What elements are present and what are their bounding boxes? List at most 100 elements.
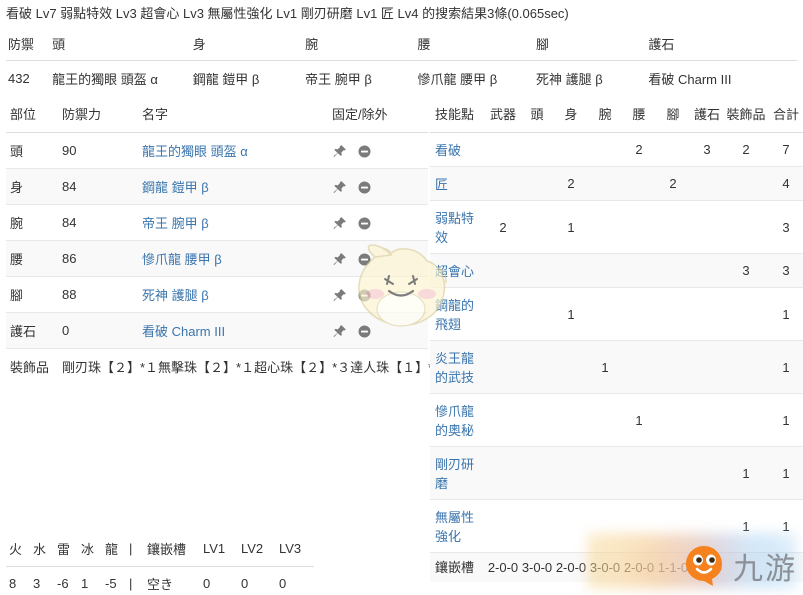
skill-name-link[interactable]: 炎王龍的武技: [435, 351, 474, 385]
equipment-defense: 86: [58, 240, 138, 277]
table-row: 腕 84 帝王 腕甲 β: [6, 204, 428, 241]
skill-value-waist: [622, 253, 656, 288]
table-row: 弱點特效 2 1 3: [430, 200, 803, 254]
resist-value-slot: 空き: [147, 577, 174, 592]
resist-value-fire: 8: [9, 576, 17, 591]
skill-value-weapon: [486, 166, 520, 201]
skill-value-head: [520, 166, 554, 201]
skill-name: 超會心: [430, 253, 486, 288]
skill-pane: 技能點 武器 頭 身 腕 腰 腳 護石 裝飾品 合計 看破 2 3 2 7 匠 …: [430, 97, 803, 582]
table-row: 鋼龍的飛翅 1 1: [430, 287, 803, 341]
table-row: 護石 0 看破 Charm III: [6, 312, 428, 349]
summary-value-arms: 帝王 腕甲 β: [305, 72, 372, 87]
skill-name-link[interactable]: 慘爪龍的奧秘: [435, 404, 474, 438]
resist-header-row: 火 水 雷 冰 龍 | 鑲嵌槽 LV1 LV2 LV3: [6, 533, 314, 567]
resist-value-lv2: 0: [241, 576, 249, 591]
skill-name-link[interactable]: 超會心: [435, 264, 474, 279]
equipment-name-link[interactable]: 鋼龍 鎧甲 β: [142, 180, 209, 195]
minus-circle-icon[interactable]: [357, 288, 372, 303]
table-row: 腰 86 慘爪龍 腰甲 β: [6, 240, 428, 277]
skill-value-charm: [690, 340, 724, 394]
equipment-name: 看破 Charm III: [138, 312, 328, 349]
skill-name-link[interactable]: 弱點特效: [435, 211, 474, 245]
skill-name-link[interactable]: 無屬性強化: [435, 510, 474, 544]
minus-circle-icon[interactable]: [357, 324, 372, 339]
skill-value-total: 7: [768, 132, 803, 167]
skill-value-body: [554, 340, 588, 394]
minus-circle-icon[interactable]: [357, 144, 372, 159]
resist-header-lv2: LV2: [238, 533, 276, 567]
equipment-part: 護石: [6, 312, 58, 349]
pushpin-icon[interactable]: [332, 144, 347, 159]
equipment-actions: [328, 132, 428, 169]
skill-value-arms: [588, 166, 622, 201]
pushpin-icon[interactable]: [332, 216, 347, 231]
equipment-name: 帝王 腕甲 β: [138, 204, 328, 241]
skill-value-waist: [622, 446, 656, 500]
skill-value-head: [520, 287, 554, 341]
skill-name-link[interactable]: 鋼龍的飛翅: [435, 298, 474, 332]
skill-value-head: [520, 499, 554, 553]
skill-value-head: [520, 253, 554, 288]
skill-value-charm: [690, 200, 724, 254]
skill-value-body: [554, 446, 588, 500]
resist-header-fire: 火: [6, 533, 30, 567]
slot-value-waist: 2-0-0: [622, 552, 656, 582]
skill-name: 無屬性強化: [430, 499, 486, 553]
resist-value-divider: |: [129, 576, 133, 591]
skill-value-decoration: 2: [724, 132, 768, 167]
skill-value-arms: [588, 253, 622, 288]
equipment-part: 腰: [6, 240, 58, 277]
skill-name-link[interactable]: 剛刃研磨: [435, 457, 474, 491]
skill-table-body: 看破 2 3 2 7 匠 2 2 4 弱點特效 2 1 3 超會心 3 3 鋼龍…: [430, 132, 803, 582]
skill-header-row: 技能點 武器 頭 身 腕 腰 腳 護石 裝飾品 合計: [430, 97, 803, 133]
skill-value-weapon: [486, 287, 520, 341]
equipment-name-link[interactable]: 龍王的獨眼 頭盔 α: [142, 144, 248, 159]
equipment-name-link[interactable]: 慘爪龍 腰甲 β: [142, 252, 222, 267]
skill-value-total: 1: [768, 287, 803, 341]
skill-value-body: 1: [554, 287, 588, 341]
skill-value-body: [554, 393, 588, 447]
summary-header-head: 頭: [50, 29, 191, 61]
pushpin-icon[interactable]: [332, 180, 347, 195]
summary-table-wrapper: 防禦 頭 身 腕 腰 腳 護石 432 龍王的獨眼 頭盔 α 鋼龍 鎧甲 β 帝…: [0, 29, 803, 97]
skill-value-decoration: 1: [724, 499, 768, 553]
skill-value-decoration: 3: [724, 253, 768, 288]
pushpin-icon[interactable]: [332, 252, 347, 267]
skill-value-head: [520, 200, 554, 254]
skill-value-decoration: 1: [724, 446, 768, 500]
equipment-part: 身: [6, 168, 58, 205]
summary-header-charm: 護石: [646, 29, 797, 61]
skill-name-link[interactable]: 看破: [435, 143, 461, 158]
skill-value-total: 1: [768, 340, 803, 394]
summary-value-legs: 死神 護腿 β: [535, 72, 603, 87]
equipment-name-link[interactable]: 看破 Charm III: [142, 324, 225, 339]
equipment-name-link[interactable]: 死神 護腿 β: [142, 288, 209, 303]
skill-name: 匠: [430, 166, 486, 201]
equipment-name-link[interactable]: 帝王 腕甲 β: [142, 216, 209, 231]
skill-value-legs: [656, 393, 690, 447]
skill-name-link[interactable]: 匠: [435, 177, 448, 192]
minus-circle-icon[interactable]: [357, 252, 372, 267]
skill-header-waist: 腰: [622, 97, 656, 133]
equipment-header-part: 部位: [6, 97, 58, 133]
slot-value-head: 3-0-0: [520, 552, 554, 582]
table-row: 炎王龍的武技 1 1: [430, 340, 803, 394]
table-row: 慘爪龍的奧秘 1 1: [430, 393, 803, 447]
skill-value-head: [520, 132, 554, 167]
skill-value-charm: [690, 393, 724, 447]
skill-value-arms: [588, 446, 622, 500]
pushpin-icon[interactable]: [332, 324, 347, 339]
skill-value-arms: [588, 132, 622, 167]
minus-circle-icon[interactable]: [357, 180, 372, 195]
skill-value-legs: [656, 340, 690, 394]
skill-header-body: 身: [554, 97, 588, 133]
skill-header-skill: 技能點: [430, 97, 486, 133]
skill-value-charm: [690, 253, 724, 288]
resist-header-divider: |: [126, 533, 144, 567]
skill-value-charm: [690, 166, 724, 201]
minus-circle-icon[interactable]: [357, 216, 372, 231]
skill-value-head: [520, 340, 554, 394]
decoration-value: 剛刃珠【２】*１無擊珠【２】*１超心珠【２】*３達人珠【１】*２: [58, 348, 446, 384]
pushpin-icon[interactable]: [332, 288, 347, 303]
